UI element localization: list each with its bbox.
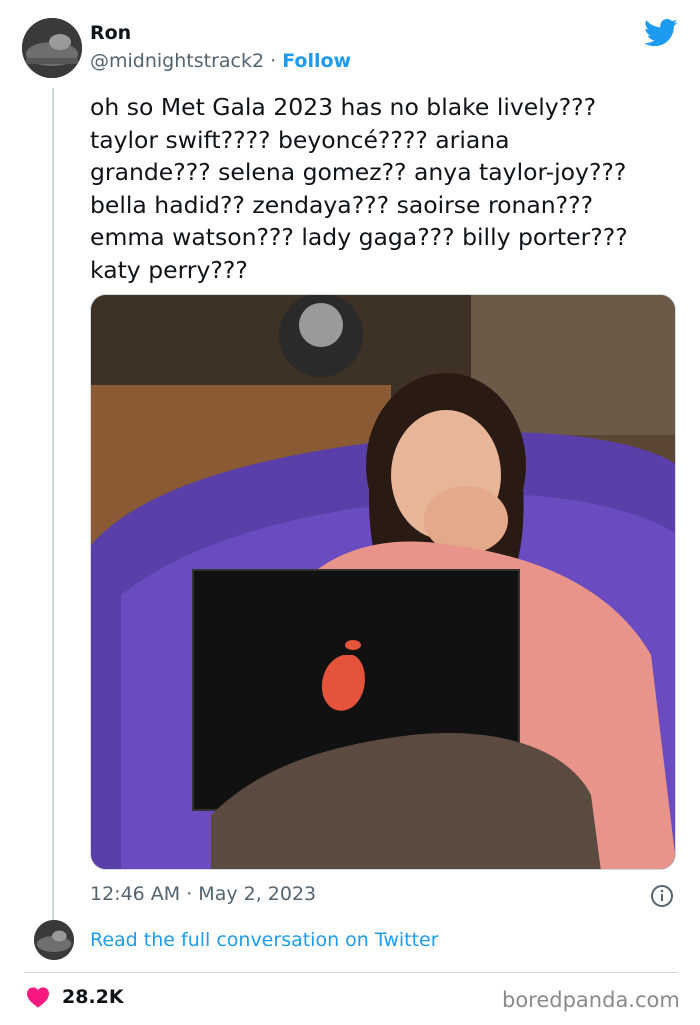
read-conversation-link[interactable]: Read the full conversation on Twitter (90, 929, 439, 951)
source-watermark: boredpanda.com (502, 988, 680, 1012)
tweet-timestamp[interactable]: 12:46 AM · May 2, 2023 (90, 883, 316, 905)
heart-icon[interactable] (26, 986, 50, 1008)
tweet-line: bella hadid?? zendaya??? saoirse ronan??… (90, 190, 594, 219)
tweet-line: grande??? selena gomez?? anya taylor-joy… (90, 158, 627, 187)
author-handle-row: @midnightstrack2 · Follow (90, 50, 351, 72)
tweet-line: emma watson??? lady gaga??? billy porter… (90, 223, 628, 252)
author-name[interactable]: Ron (90, 22, 131, 44)
tweet-media-image[interactable] (90, 294, 676, 870)
conversation-avatar[interactable] (34, 920, 74, 960)
author-handle[interactable]: @midnightstrack2 (90, 50, 264, 72)
tweet-line: taylor swift???? beyoncé???? ariana (90, 125, 510, 154)
thread-line (52, 88, 54, 924)
separator-dot: · (270, 50, 277, 72)
author-avatar[interactable] (22, 18, 82, 78)
follow-button[interactable]: Follow (282, 50, 351, 72)
tweet-line: oh so Met Gala 2023 has no blake lively?… (90, 93, 597, 121)
info-icon[interactable] (650, 884, 674, 908)
divider (24, 972, 678, 973)
like-count[interactable]: 28.2K (62, 986, 124, 1008)
twitter-bird-icon[interactable] (644, 18, 678, 48)
tweet-text: oh so Met Gala 2023 has no blake lively?… (90, 91, 690, 287)
tweet-line: katy perry??? (90, 255, 248, 284)
